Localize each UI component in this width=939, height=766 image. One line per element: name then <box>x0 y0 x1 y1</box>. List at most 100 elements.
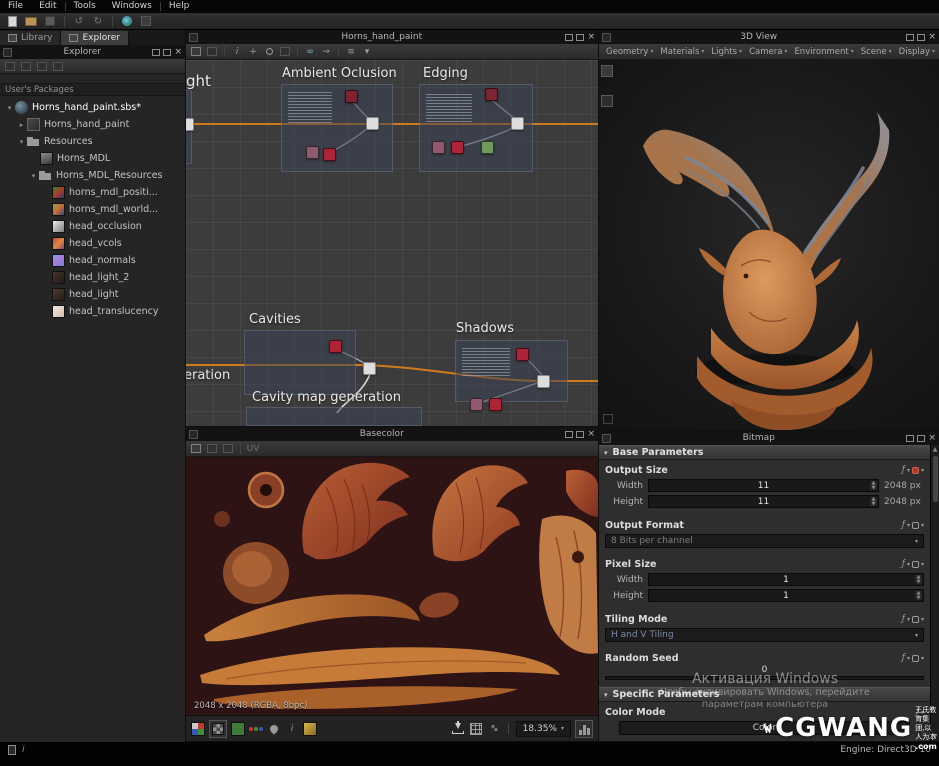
undock-icon[interactable] <box>565 34 573 41</box>
scrollbar-thumb[interactable] <box>933 456 938 502</box>
graph-move-icon[interactable]: + <box>246 45 260 58</box>
tab-explorer[interactable]: Explorer <box>61 31 128 45</box>
menu-lights[interactable]: Lights▾ <box>708 47 745 57</box>
panel-pin-icon[interactable] <box>602 434 611 443</box>
tree-item-package[interactable]: ▾ Horns_hand_paint.sbs* <box>0 99 185 116</box>
view3d-viewport[interactable] <box>599 60 939 430</box>
view2d-grid-icon[interactable] <box>189 442 203 455</box>
background-color-icon[interactable] <box>303 722 317 736</box>
color-mode-select[interactable]: Color ▾ <box>619 721 910 735</box>
save-icon[interactable] <box>42 14 58 28</box>
explorer-link-icon[interactable] <box>35 60 49 73</box>
maximize-icon[interactable] <box>163 49 171 56</box>
undock-icon[interactable] <box>906 435 914 442</box>
histogram-icon[interactable] <box>575 720 593 738</box>
tree-item-bitmap[interactable]: head_light_2 <box>0 269 185 286</box>
toolbar-extra-icon[interactable] <box>138 14 154 28</box>
menu-environment[interactable]: Environment▾ <box>791 47 856 57</box>
properties-scrollbar[interactable]: ▲ ▼ <box>930 445 939 741</box>
output-height-slider[interactable]: 11 ▲▼ <box>648 495 879 508</box>
explorer-filter-icon[interactable] <box>51 60 65 73</box>
tree-item-mdl-resources[interactable]: ▾ Horns_MDL_Resources <box>0 167 185 184</box>
graph-node[interactable] <box>323 148 336 161</box>
undock-icon[interactable] <box>906 34 914 41</box>
close-icon[interactable]: × <box>928 434 936 442</box>
tree-item-bitmap[interactable]: horns_mdl_positi... <box>0 184 185 201</box>
output-width-slider[interactable]: 11 ▲▼ <box>648 479 879 492</box>
graph-canvas[interactable]: ght Ambient Oclusion Edging Cavities Sha… <box>186 60 598 426</box>
undock-icon[interactable] <box>152 49 160 56</box>
function-icon[interactable]: ƒ <box>916 707 919 717</box>
graph-node[interactable] <box>481 141 494 154</box>
panel-pin-icon[interactable] <box>602 33 611 42</box>
output-format-select[interactable]: 8 Bits per channel ▾ <box>605 534 924 548</box>
menu-materials[interactable]: Materials▾ <box>657 47 707 57</box>
close-icon[interactable]: × <box>928 33 936 41</box>
stepper-arrows[interactable]: ▲▼ <box>915 591 922 600</box>
section-base-parameters[interactable]: ▾ Base Parameters <box>599 445 930 460</box>
rgb-dots-icon[interactable] <box>249 722 263 736</box>
menu-edit[interactable]: Edit <box>31 0 64 13</box>
graph-link-mode-icon[interactable]: ∞ <box>303 45 317 58</box>
graph-options-icon[interactable]: ≡ <box>344 45 358 58</box>
maximize-icon[interactable] <box>917 435 925 442</box>
maximize-icon[interactable] <box>576 34 584 41</box>
menu-file[interactable]: File <box>0 0 31 13</box>
menu-geometry[interactable]: Geometry▾ <box>603 47 656 57</box>
scroll-down-icon[interactable]: ▼ <box>933 732 938 741</box>
channel-green-icon[interactable] <box>231 722 245 736</box>
function-icon[interactable]: ƒ <box>902 559 905 569</box>
function-icon[interactable]: ƒ <box>902 614 905 624</box>
menu-scene[interactable]: Scene▾ <box>858 47 895 57</box>
graph-grid-icon[interactable] <box>189 45 203 58</box>
section-specific-parameters[interactable]: ▾ Specific Parameters <box>599 687 930 702</box>
graph-dropdown-icon[interactable]: ▾ <box>360 45 374 58</box>
redo-icon[interactable]: ↻ <box>90 14 106 28</box>
fit-view-icon[interactable]: ↔ <box>484 719 503 738</box>
function-icon[interactable]: ƒ <box>902 520 905 530</box>
graph-node[interactable] <box>366 117 379 130</box>
info-icon[interactable]: i <box>22 745 25 755</box>
tree-item-mdl[interactable]: Horns_MDL <box>0 150 185 167</box>
graph-node[interactable] <box>432 141 445 154</box>
panel-pin-icon[interactable] <box>189 33 198 42</box>
close-icon[interactable]: × <box>587 430 595 438</box>
stepper-arrows[interactable]: ▲▼ <box>870 481 877 490</box>
menu-display[interactable]: Display▾ <box>896 47 938 57</box>
graph-node[interactable] <box>485 88 498 101</box>
graph-node[interactable] <box>451 141 464 154</box>
graph-node[interactable] <box>511 117 524 130</box>
open-file-icon[interactable] <box>23 14 39 28</box>
info-icon[interactable]: i <box>285 722 299 735</box>
menu-help[interactable]: Help <box>161 0 198 13</box>
expander-down-icon[interactable]: ▾ <box>16 138 27 146</box>
tree-item-bitmap[interactable]: head_normals <box>0 252 185 269</box>
console-page-icon[interactable] <box>8 745 16 755</box>
view2d-canvas[interactable]: 2048 x 2048 (RGBA, 8bpc) <box>186 457 598 715</box>
graph-node[interactable] <box>537 375 550 388</box>
relative-link-icon[interactable] <box>912 655 919 662</box>
graph-node[interactable] <box>489 398 502 411</box>
relative-link-icon[interactable] <box>912 522 919 529</box>
close-icon[interactable]: × <box>174 48 182 56</box>
explorer-import-icon[interactable] <box>19 60 33 73</box>
tree-item-graph[interactable]: ▸ Horns_hand_paint <box>0 116 185 133</box>
color-picker-icon[interactable] <box>267 722 281 735</box>
pixel-width-slider[interactable]: 1 ▲▼ <box>648 573 924 586</box>
graph-node[interactable] <box>306 146 319 159</box>
menu-windows[interactable]: Windows <box>104 0 160 13</box>
panel-pin-icon[interactable] <box>189 430 198 439</box>
tree-item-bitmap[interactable]: head_light <box>0 286 185 303</box>
tree-item-bitmap[interactable]: horns_mdl_world... <box>0 201 185 218</box>
link-resources-icon[interactable] <box>119 14 135 28</box>
graph-frame-cavity-map[interactable] <box>246 407 422 426</box>
graph-frame-icon[interactable] <box>278 45 292 58</box>
maximize-icon[interactable] <box>576 431 584 438</box>
zoom-select[interactable]: 18.35% ▾ <box>516 721 571 737</box>
menu-camera[interactable]: Camera▾ <box>746 47 790 57</box>
close-icon[interactable]: × <box>587 33 595 41</box>
pixel-height-slider[interactable]: 1 ▲▼ <box>648 589 924 602</box>
tab-library[interactable]: Library <box>0 31 61 45</box>
scroll-up-icon[interactable]: ▲ <box>933 445 938 454</box>
maximize-icon[interactable] <box>917 34 925 41</box>
